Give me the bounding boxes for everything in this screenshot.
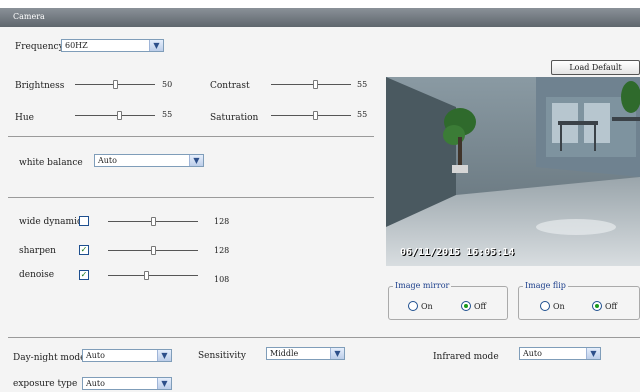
wide-dynamic-checkbox[interactable] [79, 216, 89, 226]
saturation-slider-track[interactable] [271, 115, 351, 116]
exposure-type-label: exposure type [13, 379, 78, 389]
sensitivity-select[interactable]: Middle ▼ [266, 347, 345, 360]
contrast-label: Contrast [210, 81, 250, 91]
section-divider [8, 136, 374, 137]
hue-label: Hue [15, 113, 34, 123]
section-divider [8, 337, 640, 338]
image-mirror-on-radio[interactable] [408, 301, 418, 311]
sharpen-checkbox[interactable]: ✓ [79, 245, 89, 255]
panel-title: Camera [13, 12, 45, 21]
exposure-type-select[interactable]: Auto ▼ [82, 377, 172, 390]
denoise-label: denoise [19, 270, 55, 280]
image-mirror-on-label: On [421, 302, 433, 311]
chevron-down-icon: ▼ [157, 350, 171, 361]
denoise-slider-track[interactable] [108, 275, 198, 276]
brightness-label: Brightness [15, 81, 65, 91]
hue-slider-track[interactable] [75, 115, 155, 116]
frequency-select[interactable]: 60HZ ▼ [61, 39, 164, 52]
image-mirror-off-label: Off [474, 302, 487, 311]
hue-value: 55 [162, 110, 173, 119]
contrast-slider-track[interactable] [271, 84, 351, 85]
section-divider [8, 197, 374, 198]
day-night-mode-label: Day-night mode [13, 353, 86, 363]
day-night-mode-select[interactable]: Auto ▼ [82, 349, 172, 362]
saturation-slider-handle[interactable] [313, 111, 318, 120]
sharpen-label: sharpen [19, 246, 56, 256]
chevron-down-icon: ▼ [189, 155, 203, 166]
frequency-label: Frequency [15, 42, 64, 52]
contrast-slider-handle[interactable] [313, 80, 318, 89]
camera-preview: 06/11/2015 16:05:14 [386, 77, 640, 266]
image-mirror-title: Image mirror [393, 281, 452, 290]
hue-slider-handle[interactable] [117, 111, 122, 120]
image-flip-group: Image flip On Off [518, 281, 640, 320]
chevron-down-icon: ▼ [586, 348, 600, 359]
saturation-value: 55 [357, 110, 368, 119]
wide-dynamic-label: wide dynamic [19, 217, 82, 227]
checkmark-icon: ✓ [80, 245, 88, 254]
infrared-mode-value: Auto [523, 349, 542, 358]
sensitivity-label: Sensitivity [198, 351, 246, 361]
panel-title-bar: Camera [0, 8, 640, 27]
saturation-label: Saturation [210, 113, 259, 123]
chevron-down-icon: ▼ [330, 348, 344, 359]
video-timestamp: 06/11/2015 16:05:14 [400, 247, 515, 258]
sensitivity-value: Middle [270, 349, 299, 358]
image-flip-on-label: On [553, 302, 565, 311]
image-mirror-off-radio[interactable] [461, 301, 471, 311]
image-mirror-group: Image mirror On Off [388, 281, 508, 320]
brightness-value: 50 [162, 80, 173, 89]
image-flip-title: Image flip [523, 281, 568, 290]
white-balance-label: white balance [19, 158, 83, 168]
wide-dynamic-value: 128 [214, 217, 230, 226]
exposure-type-value: Auto [86, 379, 105, 388]
sharpen-slider-handle[interactable] [151, 246, 156, 255]
brightness-slider-handle[interactable] [113, 80, 118, 89]
load-default-button[interactable]: Load Default [551, 60, 640, 75]
day-night-mode-value: Auto [86, 351, 105, 360]
sharpen-value: 128 [214, 246, 230, 255]
infrared-mode-select[interactable]: Auto ▼ [519, 347, 601, 360]
frequency-value: 60HZ [65, 41, 88, 50]
image-flip-on-radio[interactable] [540, 301, 550, 311]
chevron-down-icon: ▼ [149, 40, 163, 51]
denoise-slider-handle[interactable] [143, 271, 149, 280]
chevron-down-icon: ▼ [157, 378, 171, 389]
white-balance-value: Auto [98, 156, 117, 165]
checkmark-icon: ✓ [80, 270, 88, 279]
image-flip-off-label: Off [605, 302, 618, 311]
image-flip-off-radio[interactable] [592, 301, 602, 311]
denoise-checkbox[interactable]: ✓ [79, 270, 89, 280]
denoise-value: 108 [214, 275, 230, 284]
camera-preview-image [386, 77, 640, 266]
contrast-value: 55 [357, 80, 368, 89]
wide-dynamic-slider-handle[interactable] [151, 217, 156, 226]
infrared-mode-label: Infrared mode [433, 352, 499, 362]
white-balance-select[interactable]: Auto ▼ [94, 154, 204, 167]
